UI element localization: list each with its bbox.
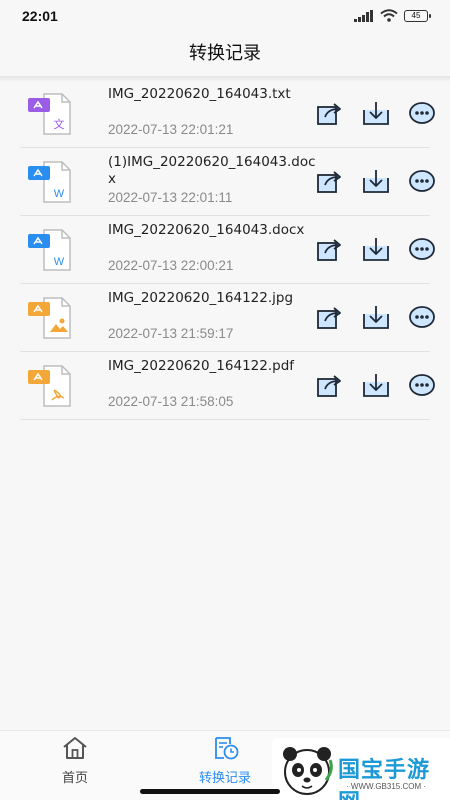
- share-button[interactable]: [316, 168, 344, 194]
- tab-home[interactable]: 首页: [15, 735, 135, 786]
- battery-icon: 45: [404, 9, 431, 22]
- record-list: 文 IMG_20220620_164043.txt 2022-07-13 22:01…: [0, 80, 450, 420]
- share-icon: [316, 103, 344, 130]
- record-row[interactable]: IMG_20220620_164122.jpg 2022-07-13 21:59:…: [20, 284, 435, 352]
- history-icon: [215, 737, 239, 760]
- share-button[interactable]: [316, 304, 344, 330]
- file-name: IMG_20220620_164122.pdf: [108, 358, 295, 374]
- share-button[interactable]: [316, 236, 344, 262]
- more-icon: [408, 238, 436, 266]
- status-time: 22:01: [22, 8, 58, 24]
- more-icon: [408, 102, 436, 130]
- download-icon: [362, 306, 390, 334]
- page-title: 转换记录: [189, 43, 261, 64]
- more-button[interactable]: [408, 236, 436, 262]
- file-badge: W: [54, 256, 65, 268]
- status-icons: 45: [354, 9, 431, 22]
- download-button[interactable]: [362, 168, 390, 194]
- more-button[interactable]: [408, 168, 436, 194]
- record-row[interactable]: W IMG_20220620_164043.docx 2022-07-13 22:0…: [20, 216, 435, 284]
- share-button[interactable]: [316, 100, 344, 126]
- header: 转换记录: [0, 34, 450, 78]
- image-file-icon: [24, 294, 76, 340]
- file-time: 2022-07-13 22:01:21: [108, 122, 234, 137]
- record-row[interactable]: IMG_20220620_164122.pdf 2022-07-13 21:58:…: [20, 352, 435, 420]
- more-icon: [408, 374, 436, 402]
- file-name: IMG_20220620_164043.docx: [108, 222, 305, 238]
- panda-logo-icon: [283, 747, 333, 795]
- file-badge: W: [54, 188, 65, 200]
- file-time: 2022-07-13 22:00:21: [108, 258, 234, 273]
- record-row[interactable]: 文 IMG_20220620_164043.txt 2022-07-13 22:01…: [20, 80, 435, 148]
- more-button[interactable]: [408, 304, 436, 330]
- download-icon: [362, 374, 390, 402]
- watermark: 国宝手游网 · WWW.GB315.COM ·: [272, 738, 450, 800]
- tab-history[interactable]: 转换记录: [165, 735, 285, 786]
- more-icon: [408, 170, 436, 198]
- download-button[interactable]: [362, 236, 390, 262]
- download-icon: [362, 170, 390, 198]
- more-button[interactable]: [408, 372, 436, 398]
- file-time: 2022-07-13 21:58:05: [108, 394, 234, 409]
- file-name: IMG_20220620_164122.jpg: [108, 290, 294, 306]
- word-file-icon: W: [24, 158, 76, 204]
- file-time: 2022-07-13 22:01:11: [108, 190, 233, 205]
- file-name: IMG_20220620_164043.txt: [108, 86, 291, 102]
- home-indicator: [140, 789, 280, 794]
- share-icon: [316, 307, 344, 334]
- download-icon: [362, 102, 390, 130]
- tab-history-label: 转换记录: [198, 771, 251, 786]
- pdf-file-icon: [24, 362, 76, 408]
- share-button[interactable]: [316, 372, 344, 398]
- wifi-icon: [380, 9, 398, 22]
- download-button[interactable]: [362, 372, 390, 398]
- share-icon: [316, 375, 344, 402]
- download-button[interactable]: [362, 100, 390, 126]
- file-time: 2022-07-13 21:59:17: [108, 326, 234, 341]
- more-button[interactable]: [408, 100, 436, 126]
- share-icon: [316, 239, 344, 266]
- download-icon: [362, 238, 390, 266]
- file-name: (1)IMG_20220620_164043.docx: [108, 154, 316, 187]
- status-bar: 22:01 45: [0, 0, 450, 34]
- home-icon: [63, 737, 87, 759]
- signal-icon: [354, 9, 373, 22]
- txt-file-icon: 文: [24, 90, 76, 136]
- download-button[interactable]: [362, 304, 390, 330]
- watermark-subtitle: · WWW.GB315.COM ·: [346, 782, 426, 791]
- share-icon: [316, 171, 344, 198]
- watermark-title: 国宝手游网: [338, 758, 431, 800]
- tab-home-label: 首页: [61, 771, 88, 786]
- more-icon: [408, 306, 436, 334]
- record-row[interactable]: W (1)IMG_20220620_164043.docx 2022-07-13 2…: [20, 148, 435, 216]
- word-file-icon: W: [24, 226, 76, 272]
- file-badge: 文: [54, 117, 65, 131]
